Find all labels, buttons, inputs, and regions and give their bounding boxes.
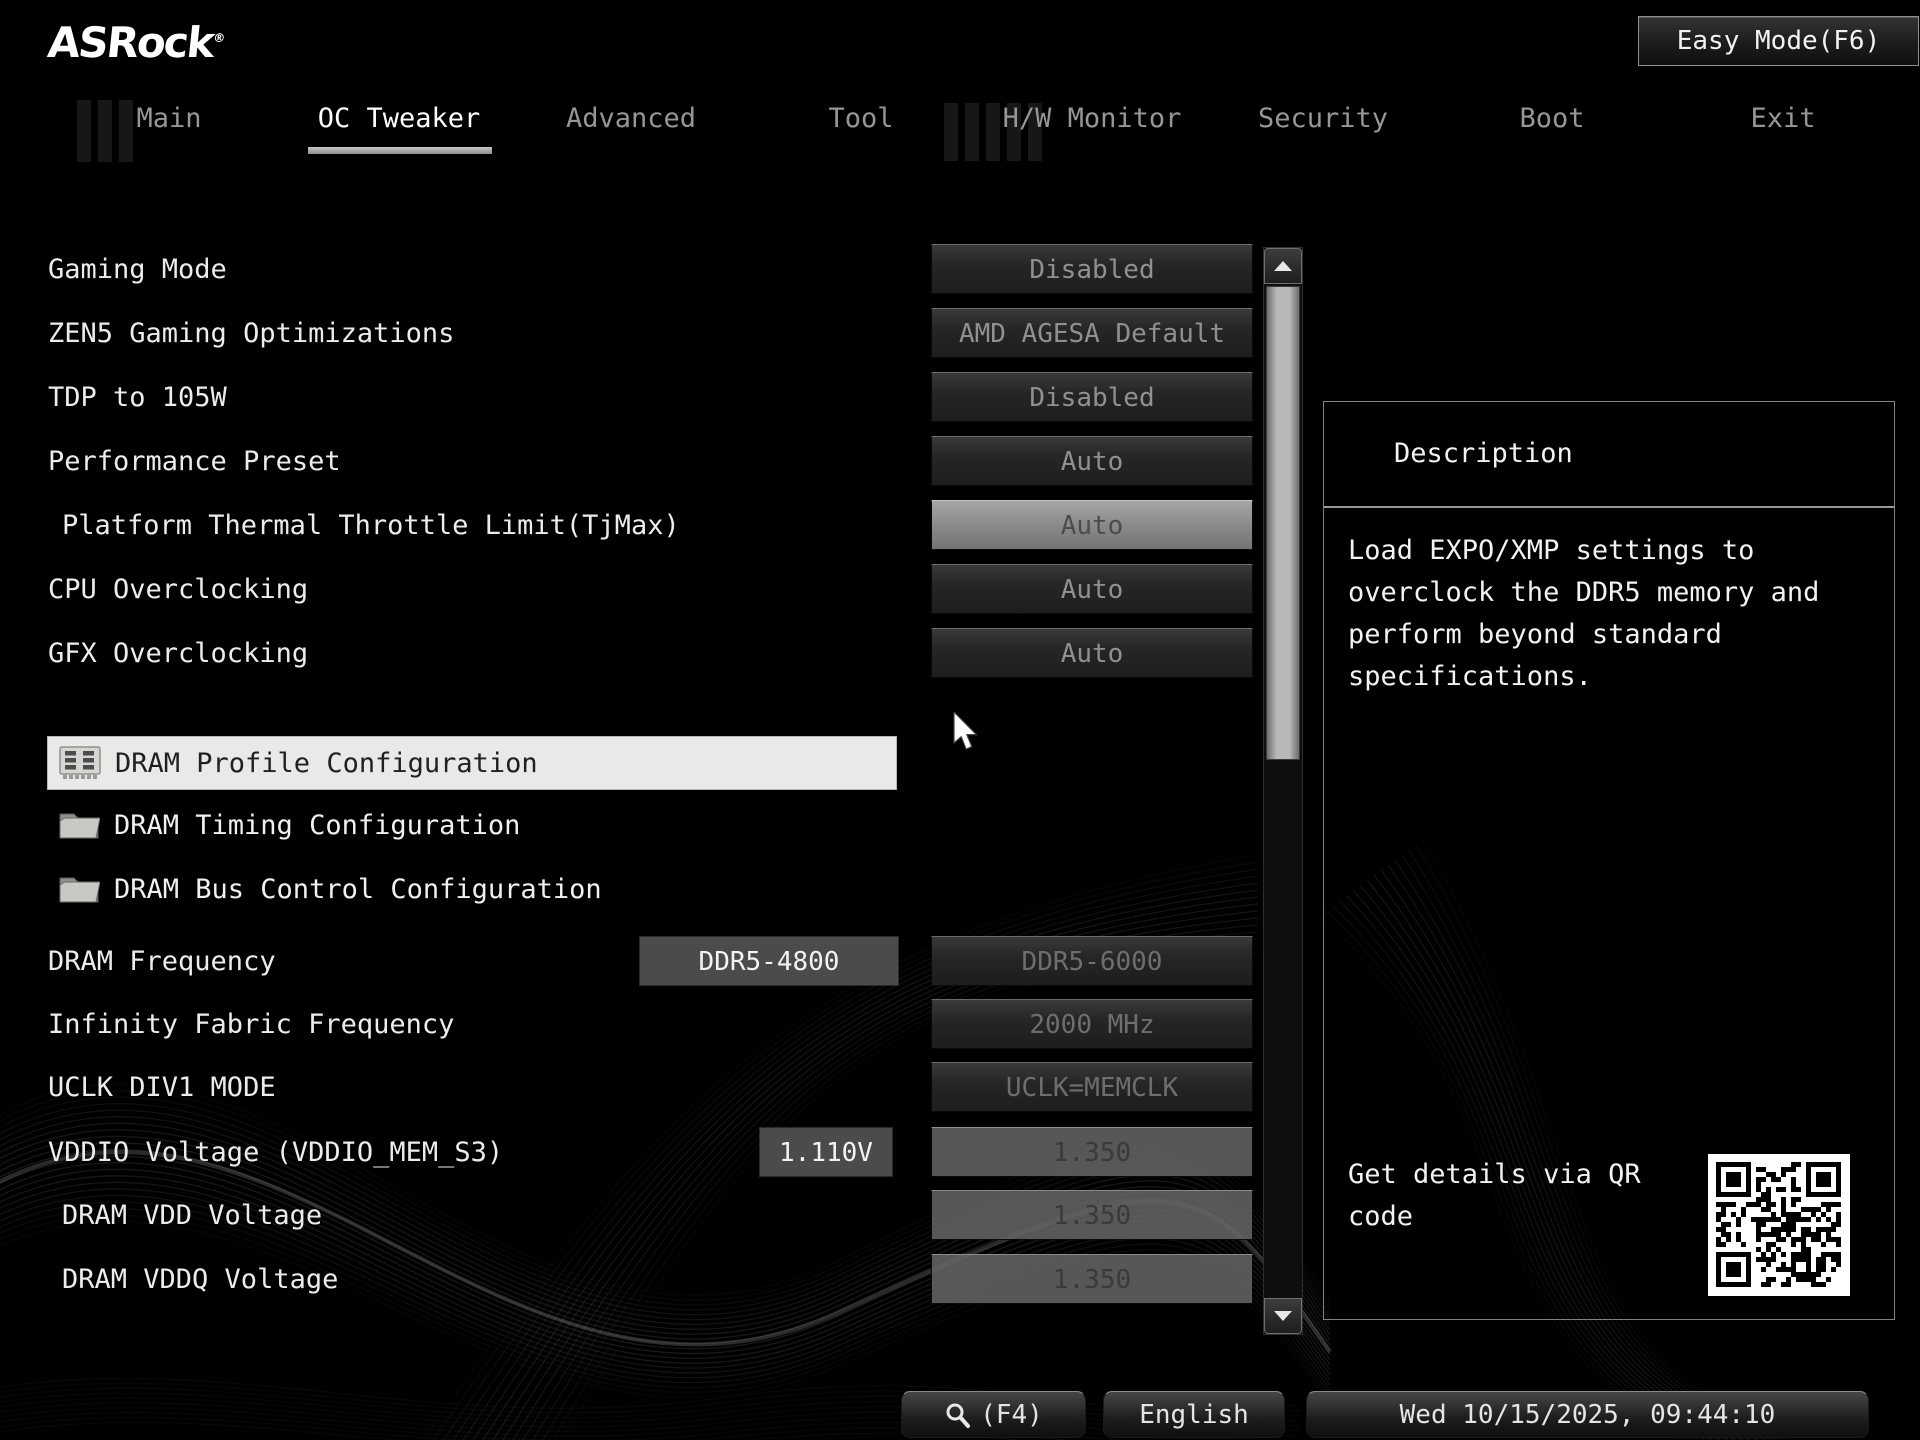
setting-row-gfx-overclocking: GFX Overclocking Auto (0, 627, 1260, 679)
folder-icon (58, 809, 100, 841)
ram-module-icon (59, 745, 101, 781)
asrock-logo: ASRock® (45, 18, 227, 67)
tab-advanced[interactable]: Advanced (566, 100, 696, 138)
cpu-overclocking-value-button[interactable]: Auto (931, 564, 1253, 614)
setting-label: DRAM Frequency (48, 946, 276, 977)
setting-label: GFX Overclocking (48, 638, 308, 669)
scroll-down-button[interactable] (1264, 1298, 1302, 1334)
performance-preset-value-button[interactable]: Auto (931, 436, 1253, 486)
setting-label: TDP to 105W (48, 382, 227, 413)
setting-label: CPU Overclocking (48, 574, 308, 605)
setting-row-cpu-overclocking: CPU Overclocking Auto (0, 563, 1260, 615)
dram-vdd-value-button[interactable]: 1.350 (931, 1190, 1253, 1240)
setting-label: DRAM VDD Voltage (62, 1200, 322, 1231)
setting-row-gaming-mode: Gaming Mode Disabled (0, 243, 1260, 295)
setting-row-vddio-voltage: VDDIO Voltage (VDDIO_MEM_S3) 1.110V 1.35… (0, 1126, 1260, 1178)
setting-row-dram-vddq-voltage: DRAM VDDQ Voltage 1.350 (0, 1253, 1260, 1305)
scrollbar[interactable] (1263, 247, 1303, 1335)
uclk-div1-value-button[interactable]: UCLK=MEMCLK (931, 1062, 1253, 1112)
submenu-label: DRAM Profile Configuration (115, 748, 538, 779)
setting-row-zen5-gaming-optimizations: ZEN5 Gaming Optimizations AMD AGESA Defa… (0, 307, 1260, 359)
submenu-dram-profile-configuration[interactable]: DRAM Profile Configuration (47, 736, 897, 790)
scrollbar-thumb[interactable] (1266, 286, 1300, 760)
setting-row-performance-preset: Performance Preset Auto (0, 435, 1260, 487)
datetime-display: Wed 10/15/2025, 09:44:10 (1306, 1391, 1869, 1438)
scroll-up-button[interactable] (1264, 248, 1302, 284)
tab-hw-monitor[interactable]: H/W Monitor (1003, 100, 1182, 138)
dram-vddq-value-button[interactable]: 1.350 (931, 1254, 1253, 1304)
tab-oc-tweaker[interactable]: OC Tweaker (318, 100, 481, 138)
setting-row-dram-frequency: DRAM Frequency DDR5-4800 DDR5-6000 (0, 935, 1260, 987)
setting-label: Platform Thermal Throttle Limit(TjMax) (62, 510, 680, 541)
setting-row-dram-vdd-voltage: DRAM VDD Voltage 1.350 (0, 1189, 1260, 1241)
zen5-optimizations-value-button[interactable]: AMD AGESA Default (931, 308, 1253, 358)
tab-exit[interactable]: Exit (1750, 100, 1815, 138)
qr-code (1708, 1154, 1850, 1296)
description-separator (1324, 506, 1894, 508)
infinity-fabric-value-button[interactable]: 2000 MHz (931, 999, 1253, 1049)
description-panel: Description Load EXPO/XMP settings to ov… (1323, 401, 1895, 1320)
search-button[interactable]: (F4) (901, 1391, 1086, 1438)
setting-label: VDDIO Voltage (VDDIO_MEM_S3) (48, 1137, 503, 1168)
setting-row-platform-thermal-throttle-limit: Platform Thermal Throttle Limit(TjMax) A… (0, 499, 1260, 551)
tdp-105w-value-button[interactable]: Disabled (931, 372, 1253, 422)
ghost-bars-left (77, 100, 139, 162)
mouse-cursor (952, 712, 986, 752)
tab-security[interactable]: Security (1258, 100, 1388, 138)
submenu-label: DRAM Bus Control Configuration (114, 874, 602, 905)
search-shortcut-label: (F4) (980, 1400, 1043, 1430)
setting-label: ZEN5 Gaming Optimizations (48, 318, 454, 349)
setting-row-uclk-div1-mode: UCLK DIV1 MODE UCLK=MEMCLK (0, 1061, 1260, 1113)
tab-tool[interactable]: Tool (828, 100, 893, 138)
tjmax-value-button[interactable]: Auto (931, 500, 1253, 550)
folder-icon (58, 873, 100, 905)
setting-label: Infinity Fabric Frequency (48, 1009, 454, 1040)
active-tab-underline (308, 147, 492, 154)
setting-label: Gaming Mode (48, 254, 227, 285)
submenu-label: DRAM Timing Configuration (114, 810, 520, 841)
gaming-mode-value-button[interactable]: Disabled (931, 244, 1253, 294)
description-title: Description (1394, 438, 1573, 469)
qr-caption: Get details via QR code (1348, 1154, 1668, 1238)
bios-screen: ASRock® Easy Mode(F6) Main OC Tweaker Ad… (0, 0, 1920, 1440)
vddio-current-value: 1.110V (759, 1127, 893, 1177)
easy-mode-button[interactable]: Easy Mode(F6) (1638, 16, 1919, 66)
tab-boot[interactable]: Boot (1519, 100, 1584, 138)
description-body: Load EXPO/XMP settings to overclock the … (1348, 530, 1864, 698)
language-button[interactable]: English (1103, 1391, 1285, 1438)
submenu-dram-timing-configuration[interactable]: DRAM Timing Configuration (0, 800, 1260, 850)
submenu-dram-bus-control-configuration[interactable]: DRAM Bus Control Configuration (0, 864, 1260, 914)
vddio-value-button[interactable]: 1.350 (931, 1127, 1253, 1177)
setting-row-infinity-fabric-frequency: Infinity Fabric Frequency 2000 MHz (0, 998, 1260, 1050)
dram-frequency-value-button[interactable]: DDR5-6000 (931, 936, 1253, 986)
setting-label: Performance Preset (48, 446, 341, 477)
dram-frequency-current-value: DDR5-4800 (639, 936, 899, 986)
search-icon (944, 1401, 972, 1429)
setting-label: DRAM VDDQ Voltage (62, 1264, 338, 1295)
chevron-up-icon (1274, 261, 1292, 271)
gfx-overclocking-value-button[interactable]: Auto (931, 628, 1253, 678)
tab-main[interactable]: Main (136, 100, 201, 138)
setting-row-tdp-105w: TDP to 105W Disabled (0, 371, 1260, 423)
setting-label: UCLK DIV1 MODE (48, 1072, 276, 1103)
chevron-down-icon (1274, 1311, 1292, 1321)
